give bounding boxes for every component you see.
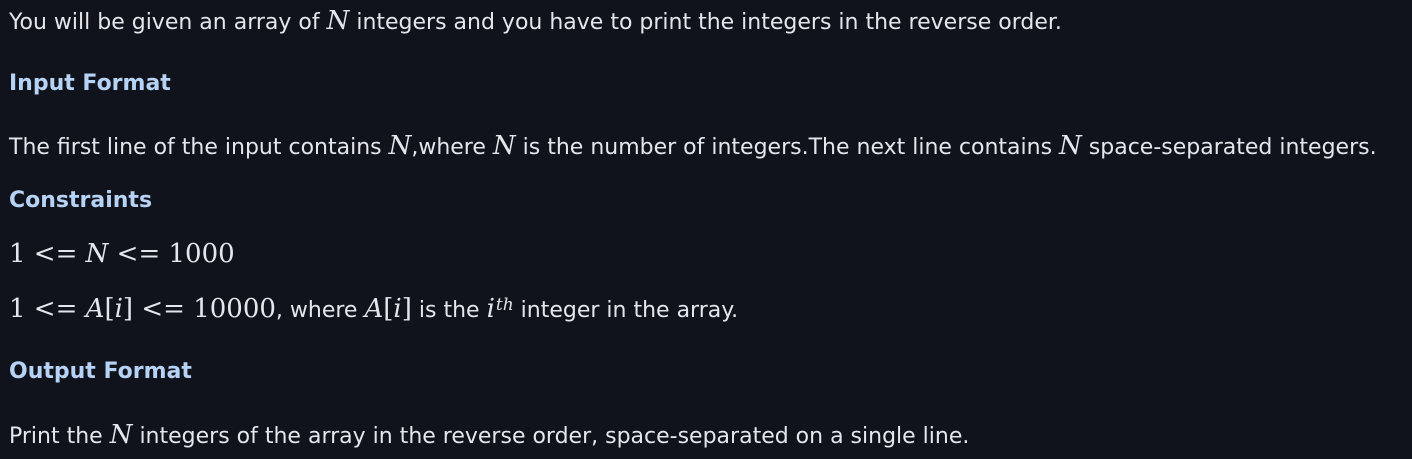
constraint-text: , where bbox=[275, 298, 365, 323]
math-variable-i: i bbox=[393, 294, 402, 324]
math-operator: <= bbox=[25, 294, 86, 324]
math-variable-n: N bbox=[492, 131, 516, 161]
math-number: 1 bbox=[9, 239, 26, 269]
input-text-1: The first line of the input contains bbox=[9, 135, 389, 160]
output-text-2: integers of the array in the reverse ord… bbox=[132, 424, 970, 449]
math-bracket: ] bbox=[401, 294, 412, 324]
output-format-paragraph: Print the N integers of the array in the… bbox=[9, 420, 969, 452]
output-format-heading: Output Format bbox=[9, 359, 192, 384]
math-variable-i: i bbox=[486, 294, 495, 324]
input-format-heading: Input Format bbox=[9, 71, 171, 96]
math-number: 1000 bbox=[168, 239, 235, 269]
math-operator: <= bbox=[108, 239, 169, 269]
math-variable-n: N bbox=[85, 239, 109, 269]
constraint-text: is the bbox=[411, 298, 487, 323]
input-format-paragraph: The first line of the input contains N,w… bbox=[9, 131, 1377, 163]
math-variable-n: N bbox=[109, 420, 133, 450]
math-bracket: ] bbox=[122, 294, 134, 324]
input-text-3: is the number of integers.The next line … bbox=[515, 135, 1060, 160]
intro-paragraph: You will be given an array of N integers… bbox=[9, 6, 1062, 38]
math-variable-i: i bbox=[114, 294, 123, 324]
math-superscript: th bbox=[495, 295, 514, 315]
math-operator: <= bbox=[25, 239, 86, 269]
math-bracket: [ bbox=[104, 294, 115, 324]
math-variable-a: A bbox=[85, 294, 105, 324]
input-text-4: space-separated integers. bbox=[1081, 135, 1377, 160]
output-text-1: Print the bbox=[9, 424, 110, 449]
input-text-2: ,where bbox=[411, 135, 493, 160]
constraint-line-n: 1 <= N <= 1000 bbox=[9, 239, 235, 271]
math-variable-a: A bbox=[364, 294, 384, 324]
intro-text-before: You will be given an array of bbox=[9, 10, 327, 35]
math-variable-n: N bbox=[388, 131, 412, 161]
intro-text-after: integers and you have to print the integ… bbox=[349, 10, 1062, 35]
math-variable-n: N bbox=[1059, 131, 1082, 161]
math-number: 1 bbox=[9, 294, 26, 324]
math-bracket: [ bbox=[383, 294, 394, 324]
math-operator: <= bbox=[133, 294, 194, 324]
math-variable-n: N bbox=[326, 6, 350, 36]
math-number: 10000 bbox=[193, 294, 276, 324]
constraint-line-a: 1 <= A[i] <= 10000, where A[i] is the it… bbox=[9, 294, 738, 326]
constraint-text: integer in the array. bbox=[513, 298, 739, 323]
constraints-heading: Constraints bbox=[9, 188, 153, 213]
